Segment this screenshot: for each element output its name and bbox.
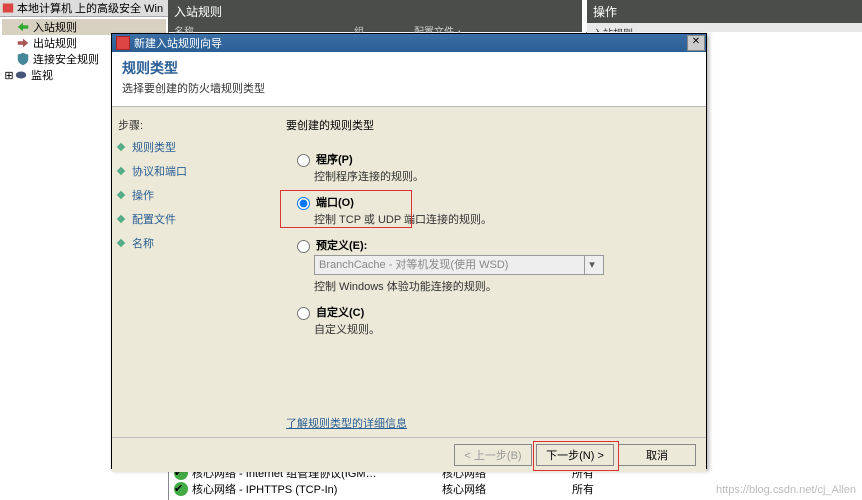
option-title: 程序(P): [316, 151, 353, 167]
watermark-text: https://blog.csdn.net/cj_Allen: [716, 484, 856, 496]
rule-group: 核心网络: [442, 481, 572, 497]
firewall-icon: [116, 36, 130, 50]
next-button[interactable]: 下一步(N) >: [536, 444, 614, 466]
rule-enabled-icon: ✔: [174, 482, 188, 496]
option-port[interactable]: 端口(O) 控制 TCP 或 UDP 端口连接的规则。: [286, 194, 694, 227]
monitor-icon: [14, 68, 28, 82]
option-desc: 控制 Windows 体验功能连接的规则。: [292, 278, 694, 294]
select-value: BranchCache - 对等机发现(使用 WSD): [319, 256, 508, 274]
inbound-icon: [16, 20, 30, 34]
option-desc: 控制程序连接的规则。: [292, 168, 694, 184]
wizard-title-text: 新建入站规则向导: [134, 35, 222, 51]
option-title: 自定义(C): [316, 304, 364, 320]
learn-more-link[interactable]: 了解规则类型的详细信息: [286, 415, 407, 431]
wizard-titlebar[interactable]: 新建入站规则向导 ✕: [112, 34, 706, 52]
option-title: 端口(O): [316, 194, 354, 210]
wizard-subheading: 选择要创建的防火墙规则类型: [122, 80, 696, 96]
rule-name: 核心网络 - IPHTTPS (TCP-In): [192, 481, 442, 497]
radio-custom[interactable]: [297, 307, 310, 320]
option-custom[interactable]: 自定义(C) 自定义规则。: [286, 304, 694, 337]
option-desc: 控制 TCP 或 UDP 端口连接的规则。: [292, 211, 694, 227]
step-label: 操作: [132, 187, 154, 203]
option-program[interactable]: 程序(P) 控制程序连接的规则。: [286, 151, 694, 184]
shield-icon: [16, 52, 30, 66]
bullet-icon: [117, 215, 125, 223]
main-title: 入站规则: [168, 0, 582, 23]
bullet-icon: [117, 239, 125, 247]
step-label: 配置文件: [132, 211, 176, 227]
step-action[interactable]: 操作: [118, 187, 268, 203]
firewall-icon: [2, 2, 14, 14]
bullet-icon: [117, 143, 125, 151]
wizard-footer: < 上一步(B) 下一步(N) > 取消: [112, 437, 706, 472]
option-title: 预定义(E):: [316, 237, 367, 253]
bullet-icon: [117, 191, 125, 199]
rule-profile: 所有: [572, 481, 632, 497]
step-name[interactable]: 名称: [118, 235, 268, 251]
tree-item-label: 出站规则: [33, 35, 77, 51]
step-profile[interactable]: 配置文件: [118, 211, 268, 227]
step-label: 协议和端口: [132, 163, 187, 179]
main-pane-header: 入站规则 名称组配置文件 ▴: [168, 0, 582, 32]
wizard-heading: 规则类型: [122, 58, 696, 78]
wizard-question: 要创建的规则类型: [286, 117, 694, 133]
actions-pane-header: 操作 入站规则: [587, 0, 862, 32]
expand-icon[interactable]: ⊞: [4, 69, 14, 82]
radio-port[interactable]: [297, 197, 310, 210]
wizard-dialog: 新建入站规则向导 ✕ 规则类型 选择要创建的防火墙规则类型 步骤: 规则类型 协…: [111, 33, 707, 469]
chevron-down-icon[interactable]: ▾: [584, 256, 599, 274]
predefined-select[interactable]: BranchCache - 对等机发现(使用 WSD) ▾: [314, 255, 604, 275]
cancel-button[interactable]: 取消: [618, 444, 696, 466]
back-button: < 上一步(B): [454, 444, 532, 466]
step-rule-type[interactable]: 规则类型: [118, 139, 268, 155]
steps-label: 步骤:: [118, 117, 268, 133]
step-protocol-port[interactable]: 协议和端口: [118, 163, 268, 179]
step-label: 名称: [132, 235, 154, 251]
wizard-header: 规则类型 选择要创建的防火墙规则类型: [112, 52, 706, 107]
outbound-icon: [16, 36, 30, 50]
tree-item-label: 连接安全规则: [33, 51, 99, 67]
tree-item-label: 入站规则: [33, 19, 77, 35]
close-icon[interactable]: ✕: [687, 35, 705, 51]
radio-program[interactable]: [297, 154, 310, 167]
option-predefined[interactable]: 预定义(E): BranchCache - 对等机发现(使用 WSD) ▾ 控制…: [286, 237, 694, 294]
mmc-window: 本地计算机 上的高级安全 Win 入站规则 出站规则 连接安全规则 ⊞ 监视: [0, 0, 862, 500]
wizard-content: 要创建的规则类型 程序(P) 控制程序连接的规则。 端口(O) 控制 TCP 或…: [274, 107, 706, 437]
tree-root-label: 本地计算机 上的高级安全 Win: [17, 0, 163, 16]
actions-title: 操作: [587, 0, 862, 23]
step-label: 规则类型: [132, 139, 176, 155]
tree-item-label: 监视: [31, 67, 53, 83]
option-desc: 自定义规则。: [292, 321, 694, 337]
tree-root[interactable]: 本地计算机 上的高级安全 Win: [0, 0, 168, 17]
bullet-icon: [117, 167, 125, 175]
wizard-steps-pane: 步骤: 规则类型 协议和端口 操作 配置文件 名称: [112, 107, 274, 437]
radio-predefined[interactable]: [297, 240, 310, 253]
